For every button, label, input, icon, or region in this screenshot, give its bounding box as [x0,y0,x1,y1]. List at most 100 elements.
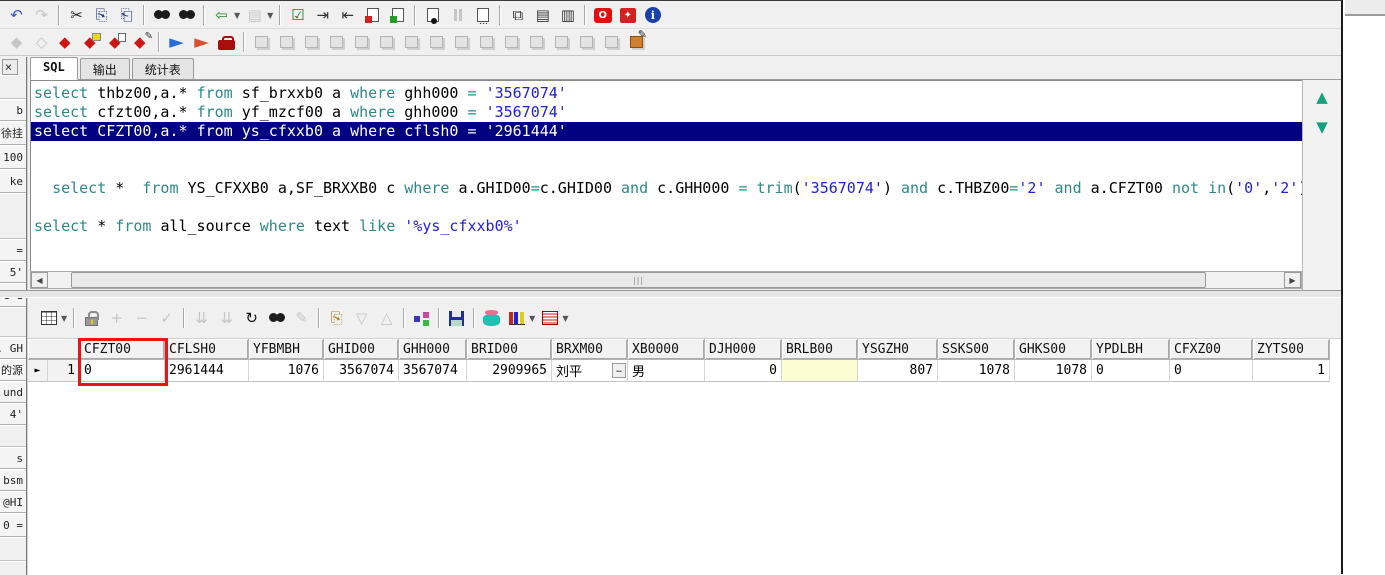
copy-results-icon[interactable]: ⎘ [324,307,349,329]
find-next-icon[interactable] [174,4,199,26]
chart-icon [508,311,525,325]
cell-BRID00[interactable]: 2909965 [467,360,552,382]
cell-SSKS00[interactable]: 1078 [938,360,1015,382]
cell-YSGZH0[interactable]: 807 [858,360,938,382]
cell-ellipsis-button[interactable]: … [612,363,626,378]
grid-options-icon[interactable] [36,307,61,329]
cascade-windows-icon[interactable]: ⧉ [505,4,530,26]
break-execution-icon[interactable]: ► [189,31,214,53]
column-header-XB0000[interactable]: XB0000 [628,339,705,360]
cell-CFXZ00[interactable]: 0 [1170,360,1253,382]
verify-icon[interactable]: ☑ [285,4,310,26]
sql-line[interactable]: select * from YS_CFXXB0 a,SF_BRXXB0 c wh… [34,179,1302,198]
column-header-ZYTS00[interactable]: ZYTS00 [1253,339,1330,360]
column-header-GHKS00[interactable]: GHKS00 [1015,339,1092,360]
sql-editor[interactable]: select thbz00,a.* from sf_brxxb0 a where… [30,80,1302,271]
sql-line[interactable]: select * from all_source where text like… [34,217,1302,236]
column-header-SSKS00[interactable]: SSKS00 [938,339,1015,360]
cell-YPDLBH[interactable]: 0 [1092,360,1170,382]
info-icon[interactable] [640,4,665,26]
unindent-icon[interactable]: ⇤ [335,4,360,26]
copy-icon[interactable]: ⎘ [89,4,114,26]
cell-BRXM00[interactable]: 刘平… [552,360,628,382]
undo-icon[interactable]: ↶ [4,4,29,26]
cell-ZYTS00[interactable]: 1 [1253,360,1330,382]
column-header-YPDLBH[interactable]: YPDLBH [1092,339,1170,360]
close-icon[interactable]: × [2,59,18,75]
column-header-GHID00[interactable]: GHID00 [324,339,399,360]
pane-divider[interactable] [0,290,1341,298]
link-query-icon[interactable] [409,307,434,329]
cell-GHID00[interactable]: 3567074 [324,360,399,382]
cell-YFBMBH[interactable]: 1076 [249,360,324,382]
chart-icon[interactable] [504,307,529,329]
sql-line[interactable]: select cfzt00,a.* from yf_mzcf00 a where… [34,103,1302,122]
grid-options-icon-dropdown[interactable]: ▼ [61,314,67,323]
column-header-BRLB00[interactable]: BRLB00 [782,339,858,360]
export-table-icon-dropdown[interactable]: ▼ [562,314,568,323]
breakpoint-icon[interactable] [420,4,445,26]
edit-object-icon[interactable] [624,28,649,53]
find-data-icon[interactable] [264,307,289,329]
export-db-icon[interactable] [479,307,504,329]
tab-统计表[interactable]: 统计表 [131,58,194,79]
object-icon [255,36,268,48]
sql-line[interactable] [34,160,1302,179]
pdf-icon[interactable] [615,4,640,26]
scroll-up-icon[interactable]: ▲ [1303,88,1341,106]
sql-line[interactable] [34,141,1302,160]
editor-horizontal-scrollbar[interactable]: ◀ ||| ▶ [30,271,1302,289]
outside-window-edge [1345,0,1385,16]
import-icon[interactable]: ⇦ [209,4,234,26]
toolbox-icon[interactable] [214,31,239,53]
cell-DJH000[interactable]: 0 [705,360,782,382]
lock-icon[interactable] [79,307,104,329]
tile-windows-icon[interactable]: ▤ [530,4,555,26]
commit-icon[interactable] [54,31,79,53]
sql-keyword: in [1208,179,1227,197]
column-header-DJH000[interactable]: DJH000 [705,339,782,360]
execute-icon[interactable]: ► [164,31,189,53]
save-results-icon[interactable] [444,307,469,329]
chart-icon-dropdown[interactable]: ▼ [529,314,535,323]
find-icon[interactable] [149,4,174,26]
export-icon-dropdown[interactable]: ▼ [267,11,273,20]
sql-line[interactable] [34,198,1302,217]
column-header-CFXZ00[interactable]: CFXZ00 [1170,339,1253,360]
commit-note-icon[interactable] [79,31,104,53]
sql-line-selected[interactable]: select CFZT00,a.* from ys_cfxxb0 a where… [31,122,1302,141]
sql-line[interactable]: select thbz00,a.* from sf_brxxb0 a where… [34,84,1302,103]
scrollbar-thumb[interactable]: ||| [71,272,1206,288]
cell-GHKS00[interactable]: 1078 [1015,360,1092,382]
commit-page-icon[interactable] [104,31,129,53]
step-icon[interactable] [470,4,495,27]
scroll-right-icon[interactable]: ▶ [1284,272,1301,288]
paste-icon[interactable]: ⎗ [114,4,139,26]
refresh-icon[interactable]: ↻ [239,307,264,329]
column-header-CFZT00[interactable]: CFZT00 [80,339,165,360]
cut-icon[interactable]: ✂ [64,4,89,26]
load-file-icon[interactable] [360,4,385,26]
column-header-BRXM00[interactable]: BRXM00 [552,339,628,360]
import-icon-dropdown[interactable]: ▼ [234,11,240,20]
scroll-down-icon[interactable]: ▼ [1303,118,1341,136]
cell-XB0000[interactable]: 男 [628,360,705,382]
column-header-BRID00[interactable]: BRID00 [467,339,552,360]
scroll-left-icon[interactable]: ◀ [31,272,48,288]
cell-BRLB00[interactable] [782,360,858,382]
cell-CFLSH0[interactable]: 2961444 [165,360,249,382]
column-header-YSGZH0[interactable]: YSGZH0 [858,339,938,360]
split-windows-icon[interactable]: ▥ [555,4,580,26]
cell-GHH000[interactable]: 3567074 [399,360,467,382]
tab-SQL[interactable]: SQL [30,57,78,80]
indent-icon[interactable]: ⇥ [310,4,335,26]
column-header-CFLSH0[interactable]: CFLSH0 [165,339,249,360]
commit-brush-icon[interactable] [129,29,154,53]
column-header-YFBMBH[interactable]: YFBMBH [249,339,324,360]
save-file-icon[interactable] [385,4,410,26]
tab-输出[interactable]: 输出 [79,58,130,79]
column-header-GHH000[interactable]: GHH000 [399,339,467,360]
oracle-home-icon[interactable] [590,4,615,26]
cell-CFZT00[interactable]: 0 [80,360,165,382]
export-table-icon[interactable] [537,307,562,329]
